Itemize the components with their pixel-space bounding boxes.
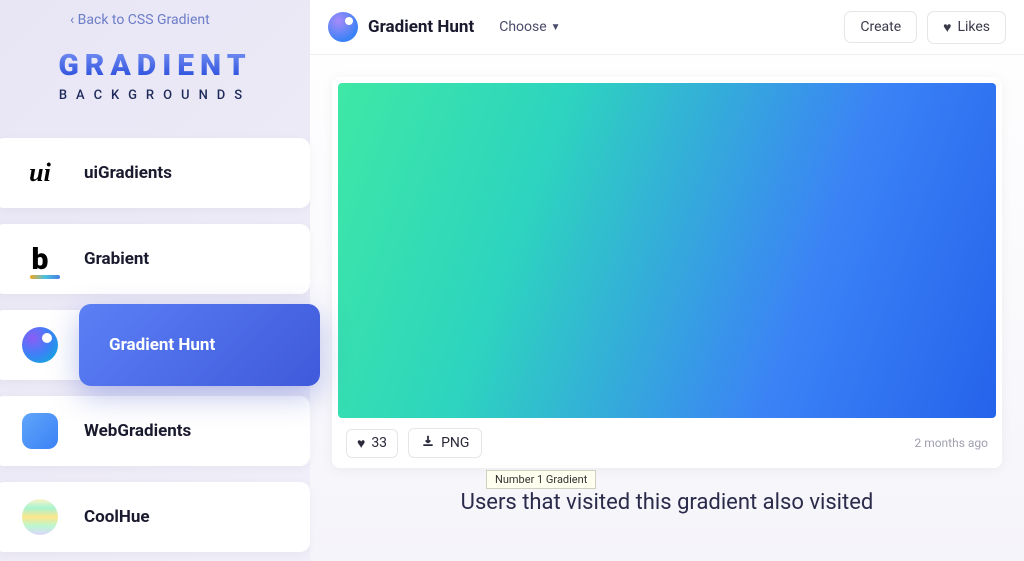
choose-button[interactable]: Choose ▼	[499, 19, 560, 35]
download-icon	[421, 434, 435, 452]
time-ago: 2 months ago	[914, 436, 988, 450]
card-bar: ♥ 33 PNG 2 months ago	[338, 418, 996, 462]
topbar: Gradient Hunt Choose ▼ Create ♥ Likes	[310, 0, 1024, 55]
brand-name: Gradient Hunt	[368, 17, 474, 37]
site-item-label: WebGradients	[84, 421, 191, 441]
likes-button[interactable]: ♥ Likes	[927, 11, 1006, 44]
choose-label: Choose	[499, 19, 546, 35]
site-item-label: Gradient Hunt	[109, 335, 215, 355]
site-item-label: Grabient	[84, 249, 149, 269]
site-item-coolhue[interactable]: CoolHue	[0, 482, 310, 552]
gradient-preview[interactable]	[338, 83, 996, 418]
gradient-hunt-icon	[22, 327, 58, 363]
coolhue-icon	[22, 499, 58, 535]
gradient-card: ♥ 33 PNG 2 months ago	[332, 77, 1002, 468]
main: Gradient Hunt Choose ▼ Create ♥ Likes ♥ …	[310, 0, 1024, 561]
site-item-grabient[interactable]: b Grabient	[0, 224, 310, 294]
site-list: ui uiGradients b Grabient Gradient Hunt …	[0, 138, 310, 552]
site-item-webgradients[interactable]: WebGradients	[0, 396, 310, 466]
brand-icon	[328, 12, 358, 42]
section-title: Users that visited this gradient also vi…	[332, 490, 1002, 515]
tooltip: Number 1 Gradient	[486, 470, 596, 489]
like-button[interactable]: ♥ 33	[346, 429, 398, 458]
site-item-gradient-hunt[interactable]: Gradient Hunt	[0, 310, 310, 380]
heart-icon: ♥	[357, 435, 365, 452]
content: ♥ 33 PNG 2 months ago Users that visited…	[310, 55, 1024, 561]
back-link[interactable]: ‹ Back to CSS Gradient	[0, 12, 310, 28]
logo: GRADIENT BACKGROUNDS	[0, 48, 310, 103]
site-item-uigradients[interactable]: ui uiGradients	[0, 138, 310, 208]
like-count: 33	[371, 435, 387, 451]
grabient-icon: b	[22, 241, 58, 277]
heart-icon: ♥	[943, 19, 951, 36]
png-button[interactable]: PNG	[408, 428, 482, 458]
webgradients-icon	[22, 413, 58, 449]
site-item-label: uiGradients	[84, 163, 172, 183]
logo-title: GRADIENT	[0, 48, 310, 83]
sidebar: ‹ Back to CSS Gradient GRADIENT BACKGROU…	[0, 0, 310, 561]
active-pill: Gradient Hunt	[79, 304, 320, 386]
chevron-down-icon: ▼	[551, 22, 561, 33]
create-button[interactable]: Create	[844, 11, 917, 43]
uigradients-icon: ui	[22, 155, 58, 191]
logo-subtitle: BACKGROUNDS	[0, 88, 310, 103]
likes-label: Likes	[957, 19, 990, 35]
site-item-label: CoolHue	[84, 507, 150, 527]
png-label: PNG	[441, 435, 469, 451]
